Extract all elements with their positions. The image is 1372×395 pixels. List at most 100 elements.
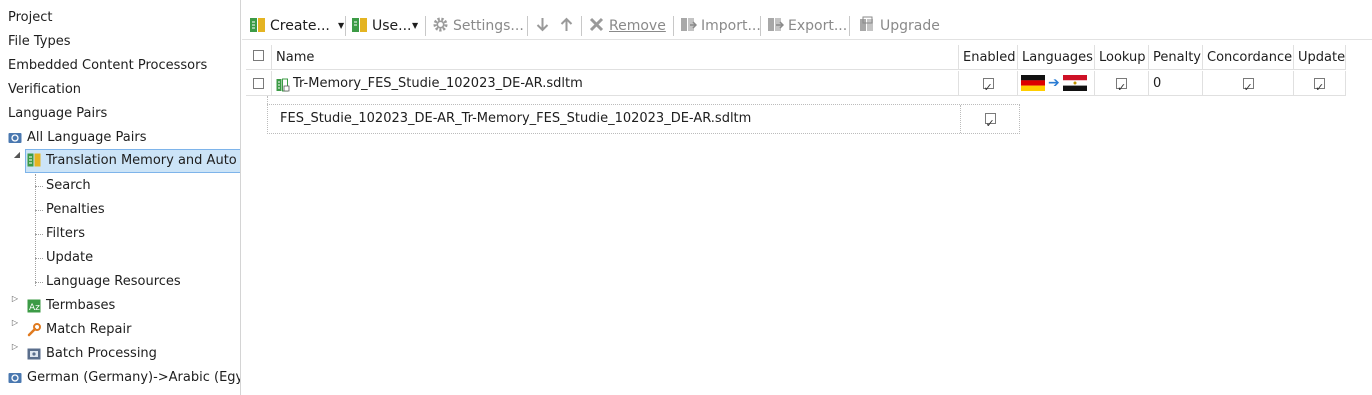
tree-item-language-resources[interactable]: Language Resources [46,270,181,294]
tree-item-german-arabic[interactable]: German (Germany)->Arabic (Egy [8,366,241,390]
expand-arrow-icon[interactable]: ▷ [10,318,20,342]
linked-enabled-checkbox[interactable] [984,110,996,133]
tree-item-label: German (Germany)->Arabic (Egy [27,370,241,385]
toolbar-separator [849,16,850,36]
tree-item-verification[interactable]: Verification [8,78,81,102]
language-pair-icon [8,370,22,384]
chevron-down-icon: ▼ [338,21,345,30]
tree-item-translation-memory[interactable]: Translation Memory and Auto [25,149,240,173]
tree-item-label: File Types [8,34,71,49]
tree-item-search[interactable]: Search [46,174,91,198]
upgrade-button[interactable]: Upgrade [859,14,940,38]
tree-item-file-types[interactable]: File Types [8,30,71,54]
import-label: Import... [701,18,761,34]
tree-item-label: All Language Pairs [27,130,147,145]
tree-item-label: Penalties [46,202,105,217]
column-header-languages[interactable]: Languages [1018,45,1095,70]
tree-connector [267,96,268,104]
enabled-checkbox[interactable] [982,75,994,95]
close-icon [588,16,605,33]
penalty-cell[interactable]: 0 [1149,71,1203,96]
toolbar-separator [345,16,346,36]
tree-item-batch-processing[interactable]: Batch Processing [27,342,157,366]
linked-enabled-cell[interactable] [961,105,1019,133]
tree-item-label: Update [46,250,94,265]
tree-item-filters[interactable]: Filters [46,222,85,246]
tree-item-all-language-pairs[interactable]: All Language Pairs [8,126,147,150]
tree-item-label: Search [46,178,91,193]
tree-item-label: Language Resources [46,274,181,289]
use-dropdown-arrow[interactable]: ▼ [408,14,418,38]
toolbar: Create... ▼ Use... ▼ Settings... Remove … [242,10,1372,40]
create-button[interactable]: Create... [249,14,330,38]
tree-item-termbases[interactable]: Az Termbases [27,294,115,318]
use-button[interactable]: Use... [351,14,412,38]
move-up-button[interactable] [558,14,579,38]
egypt-flag-icon [1062,74,1087,91]
column-header-lookup[interactable]: Lookup [1095,45,1149,70]
remove-label: Remove [609,18,666,34]
tree-line [35,174,36,286]
tm-file-icon [276,76,290,91]
collapse-arrow-icon[interactable]: ◢ [12,150,22,174]
column-header-concordance[interactable]: Concordance [1203,45,1294,70]
linked-tm-row[interactable]: FES_Studie_102023_DE-AR_Tr-Memory_FES_St… [267,104,1020,134]
update-checkbox[interactable] [1314,75,1325,95]
upgrade-label: Upgrade [880,18,940,34]
tree-item-label: Embedded Content Processors [8,58,208,73]
tree-item-label: Project [8,10,53,25]
termbase-icon: Az [27,298,41,313]
row-select-checkbox[interactable] [253,78,264,89]
table-row[interactable]: Tr-Memory_FES_Studie_102023_DE-AR.sdltm … [246,71,1346,96]
column-header-name[interactable]: Name [272,45,959,70]
tree-item-match-repair[interactable]: Match Repair [27,318,131,342]
gear-icon [432,16,449,33]
batch-icon [27,346,41,360]
tree-item-label: Translation Memory and Auto [46,153,237,168]
upgrade-icon [859,16,876,33]
expand-arrow-icon[interactable]: ▷ [10,342,20,366]
remove-button[interactable]: Remove [588,14,666,38]
export-button[interactable]: Export... [767,14,847,38]
tree-item-project[interactable]: Project [8,6,52,30]
tree-item-label: Batch Processing [46,346,157,361]
name-cell[interactable]: Tr-Memory_FES_Studie_102023_DE-AR.sdltm [272,71,959,96]
tree-item-language-pairs[interactable]: Language Pairs [8,102,107,126]
lookup-cell[interactable] [1095,71,1149,96]
toolbar-separator [425,16,426,36]
toolbar-separator [673,16,674,36]
update-cell[interactable] [1294,71,1346,96]
arrow-down-icon [534,16,551,33]
tree-item-label: Match Repair [46,322,132,337]
column-header-update[interactable]: Update [1294,45,1346,70]
settings-button[interactable]: Settings... [432,14,524,38]
enabled-cell[interactable] [959,71,1018,96]
tree-item-update[interactable]: Update [46,246,93,270]
select-all-checkbox[interactable] [253,50,264,61]
tm-name: Tr-Memory_FES_Studie_102023_DE-AR.sdltm [293,76,583,91]
tree-item-penalties[interactable]: Penalties [46,198,105,222]
select-all-header[interactable] [246,45,272,70]
tree-item-label: Termbases [46,298,116,313]
language-pair-icon [8,130,22,144]
concordance-cell[interactable] [1203,71,1294,96]
column-header-penalty[interactable]: Penalty [1149,45,1203,70]
expand-arrow-icon[interactable]: ▷ [10,294,20,318]
row-select-cell[interactable] [246,71,272,96]
concordance-checkbox[interactable] [1242,75,1254,95]
use-tm-icon [351,16,368,33]
chevron-down-icon: ▼ [412,21,419,30]
languages-cell: ➔ [1018,71,1095,96]
tree-line [35,282,43,283]
import-button[interactable]: Import... [680,14,761,38]
column-header-enabled[interactable]: Enabled [959,45,1018,70]
create-tm-icon [249,16,266,33]
svg-text:Az: Az [29,303,40,313]
move-down-button[interactable] [534,14,555,38]
tree-line [35,258,43,259]
create-dropdown-arrow[interactable]: ▼ [334,14,344,38]
toolbar-separator [760,16,761,36]
lookup-checkbox[interactable] [1116,75,1127,95]
tree-item-embedded-content-processors[interactable]: Embedded Content Processors [8,54,207,78]
settings-label: Settings... [453,18,524,34]
